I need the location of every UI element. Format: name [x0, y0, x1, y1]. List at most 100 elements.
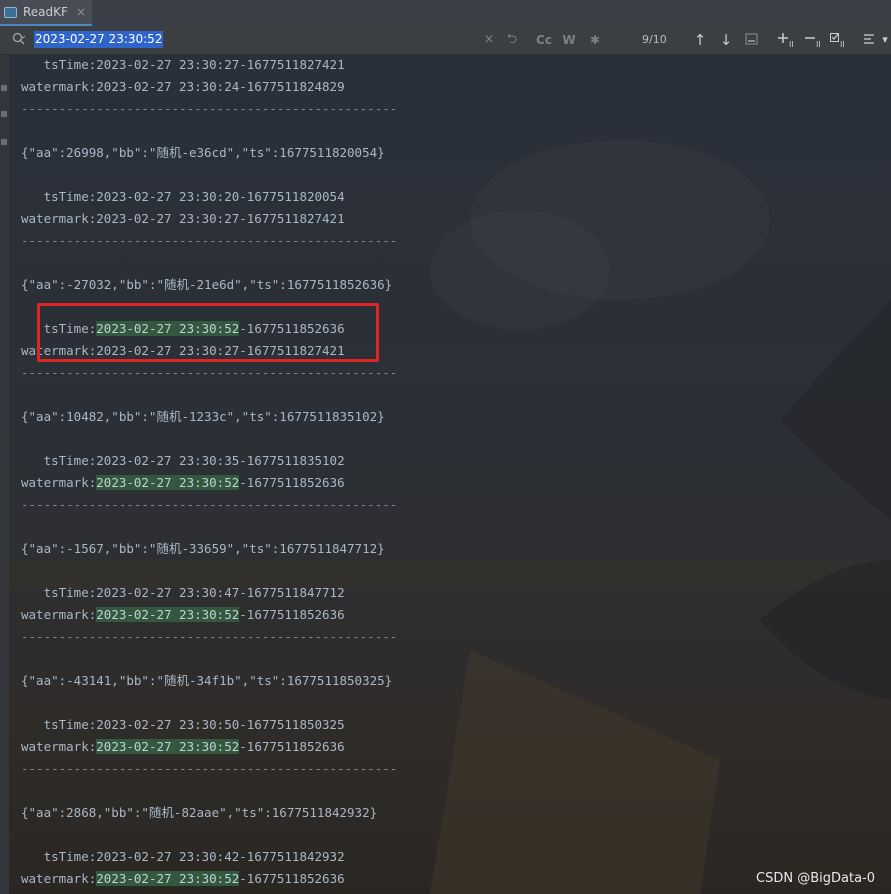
svg-text:II: II [840, 40, 845, 48]
console-line: watermark:2023-02-27 23:30:52-1677511852… [21, 736, 881, 758]
line-text: 2023-02-27 23:30:24-1677511824829 [96, 79, 345, 94]
line-text: {"aa":2868,"bb":"随机-82aae","ts":16775118… [21, 805, 378, 820]
line-label: watermark: [21, 475, 97, 490]
line-text: 2023-02-27 23:30:27-1677511827421 [96, 57, 345, 72]
console-line: {"aa":2868,"bb":"随机-82aae","ts":16775118… [21, 802, 881, 824]
line-label: tsTime: [21, 189, 97, 204]
console-line: tsTime:2023-02-27 23:30:50-1677511850325 [21, 714, 881, 736]
console-line: tsTime:2023-02-27 23:30:42-1677511842932 [21, 846, 881, 868]
line-label: tsTime: [21, 585, 97, 600]
search-history-icon[interactable]: ⮌ [503, 30, 521, 50]
svg-text:II: II [816, 40, 821, 48]
add-occurrence-icon[interactable]: II [778, 32, 796, 48]
tab-label: ReadKF [23, 5, 68, 19]
console-line: {"aa":-27032,"bb":"随机-21e6d","ts":167751… [21, 274, 881, 296]
line-label: watermark: [21, 739, 97, 754]
line-label: tsTime: [21, 717, 97, 732]
console-line: watermark:2023-02-27 23:30:24-1677511824… [21, 76, 881, 98]
line-label: tsTime: [21, 453, 97, 468]
line-text: 2023-02-27 23:30:47-1677511847712 [96, 585, 345, 600]
line-text: ----------------------------------------… [21, 365, 398, 380]
match-case-icon[interactable]: Cc [534, 30, 554, 50]
line-text: ----------------------------------------… [21, 761, 398, 776]
line-text: ----------------------------------------… [21, 233, 398, 248]
select-all-icon[interactable]: II [830, 32, 848, 48]
close-icon[interactable]: × [76, 5, 86, 19]
line-label: watermark: [21, 871, 97, 886]
find-bar: 2023-02-27 23:30:52 × ⮌ Cc W ✱ 9/10 ↑ ↓ … [0, 26, 891, 55]
regex-icon[interactable]: ✱ [587, 30, 603, 50]
line-label: watermark: [21, 607, 97, 622]
console-icon [4, 6, 17, 18]
filter-icon[interactable] [863, 32, 877, 48]
console-line: tsTime:2023-02-27 23:30:27-1677511827421 [21, 54, 881, 76]
line-text: -1677511852636 [239, 871, 345, 886]
console-line: ----------------------------------------… [21, 494, 881, 516]
console-line: {"aa":-1567,"bb":"随机-33659","ts":1677511… [21, 538, 881, 560]
line-text: -1677511852636 [239, 475, 345, 490]
console-output[interactable]: tsTime:2023-02-27 23:30:27-1677511827421… [21, 54, 881, 890]
line-text: {"aa":-1567,"bb":"随机-33659","ts":1677511… [21, 541, 385, 556]
line-text: {"aa":10482,"bb":"随机-1233c","ts":1677511… [21, 409, 385, 424]
tab-readkf[interactable]: ReadKF × [0, 0, 92, 26]
overflow-chevron-icon[interactable]: ▾ [880, 30, 890, 50]
gutter-marker [1, 85, 7, 91]
console-line: {"aa":26998,"bb":"随机-e36cd","ts":1677511… [21, 142, 881, 164]
console-line: tsTime:2023-02-27 23:30:47-1677511847712 [21, 582, 881, 604]
line-label: watermark: [21, 79, 97, 94]
search-match-highlight: 2023-02-27 23:30:52 [96, 475, 240, 490]
console-line: watermark:2023-02-27 23:30:52-1677511852… [21, 868, 881, 890]
line-text: 2023-02-27 23:30:50-1677511850325 [96, 717, 345, 732]
line-text: {"aa":-27032,"bb":"随机-21e6d","ts":167751… [21, 277, 393, 292]
next-match-icon[interactable]: ↓ [718, 30, 734, 50]
svg-text:II: II [789, 40, 794, 48]
console-line: ----------------------------------------… [21, 362, 881, 384]
console-line: ----------------------------------------… [21, 230, 881, 252]
line-label: watermark: [21, 211, 97, 226]
gutter-marker [1, 111, 7, 117]
annotation-highlight-box [37, 303, 379, 362]
remove-occurrence-icon[interactable]: II [805, 32, 823, 48]
console-line: tsTime:2023-02-27 23:30:35-1677511835102 [21, 450, 881, 472]
console-line: ----------------------------------------… [21, 626, 881, 648]
console-line: {"aa":10482,"bb":"随机-1233c","ts":1677511… [21, 406, 881, 428]
search-match-highlight: 2023-02-27 23:30:52 [96, 739, 240, 754]
search-match-highlight: 2023-02-27 23:30:52 [96, 607, 240, 622]
whole-words-icon[interactable]: W [561, 30, 577, 50]
line-text: ----------------------------------------… [21, 629, 398, 644]
select-all-occurrences-icon[interactable] [745, 33, 759, 47]
console-line: {"aa":-43141,"bb":"随机-34f1b","ts":167751… [21, 670, 881, 692]
line-text: 2023-02-27 23:30:42-1677511842932 [96, 849, 345, 864]
search-icon[interactable] [12, 32, 26, 46]
csdn-watermark: CSDN @BigData-0 [756, 871, 875, 886]
gutter-marker [1, 139, 7, 145]
console-line: tsTime:2023-02-27 23:30:20-1677511820054 [21, 186, 881, 208]
search-input[interactable]: 2023-02-27 23:30:52 [34, 31, 164, 48]
line-text: 2023-02-27 23:30:27-1677511827421 [96, 211, 345, 226]
console-line: watermark:2023-02-27 23:30:52-1677511852… [21, 604, 881, 626]
line-text: 2023-02-27 23:30:35-1677511835102 [96, 453, 345, 468]
clear-search-icon[interactable]: × [482, 30, 496, 50]
match-count: 9/10 [642, 33, 667, 46]
console-line: ----------------------------------------… [21, 758, 881, 780]
line-text: {"aa":26998,"bb":"随机-e36cd","ts":1677511… [21, 145, 385, 160]
line-label: tsTime: [21, 849, 97, 864]
left-gutter [0, 55, 9, 894]
search-match-highlight: 2023-02-27 23:30:52 [96, 871, 240, 886]
console-line: watermark:2023-02-27 23:30:52-1677511852… [21, 472, 881, 494]
line-text: 2023-02-27 23:30:20-1677511820054 [96, 189, 345, 204]
line-text: {"aa":-43141,"bb":"随机-34f1b","ts":167751… [21, 673, 393, 688]
line-text: ----------------------------------------… [21, 101, 398, 116]
editor-tab-bar: ReadKF × [0, 0, 891, 27]
previous-match-icon[interactable]: ↑ [692, 30, 708, 50]
